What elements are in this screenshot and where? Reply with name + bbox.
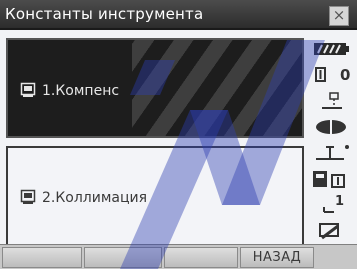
status-icon-column: 0 1 xyxy=(308,34,355,244)
title-bar: Константы инструмента × xyxy=(0,0,357,30)
selection-stripes xyxy=(132,40,302,136)
back-softkey[interactable]: НАЗАД xyxy=(240,247,314,268)
target-constant-icon xyxy=(315,67,326,82)
input-mode-value: 1 xyxy=(335,194,345,209)
laser-plummet-icon xyxy=(322,92,342,109)
memory-card-icon xyxy=(313,171,345,188)
collimation-icon xyxy=(20,189,36,204)
close-icon: × xyxy=(332,6,346,24)
menu-item-label: 1.Компенс xyxy=(42,83,120,99)
menu-item-label: 2.Коллимация xyxy=(42,190,148,206)
prism-icon xyxy=(316,119,346,135)
softkey-2[interactable] xyxy=(84,247,162,268)
instrument-constants-screen: Константы инструмента × 1.Компенс 2.Колл… xyxy=(0,0,357,269)
target-constant-indicator: 0 xyxy=(308,64,355,86)
compensator-icon xyxy=(20,82,36,97)
window-title: Константы инструмента xyxy=(5,5,204,23)
target-constant-value: 0 xyxy=(340,66,351,84)
softkey-bar: НАЗАД xyxy=(0,244,357,269)
tilt-correction-icon xyxy=(316,145,349,160)
edit-icon xyxy=(319,223,339,240)
menu-item-compensator[interactable]: 1.Компенс xyxy=(6,38,304,138)
close-button[interactable]: × xyxy=(329,6,349,26)
input-mode-icon xyxy=(323,207,334,213)
menu-list: 1.Компенс 2.Коллимация xyxy=(6,38,304,260)
input-mode-indicator: 1 xyxy=(308,194,355,216)
menu-item-collimation[interactable]: 2.Коллимация xyxy=(6,146,304,246)
battery-icon xyxy=(314,43,349,55)
softkey-3[interactable] xyxy=(164,247,238,268)
softkey-1[interactable] xyxy=(2,247,82,268)
